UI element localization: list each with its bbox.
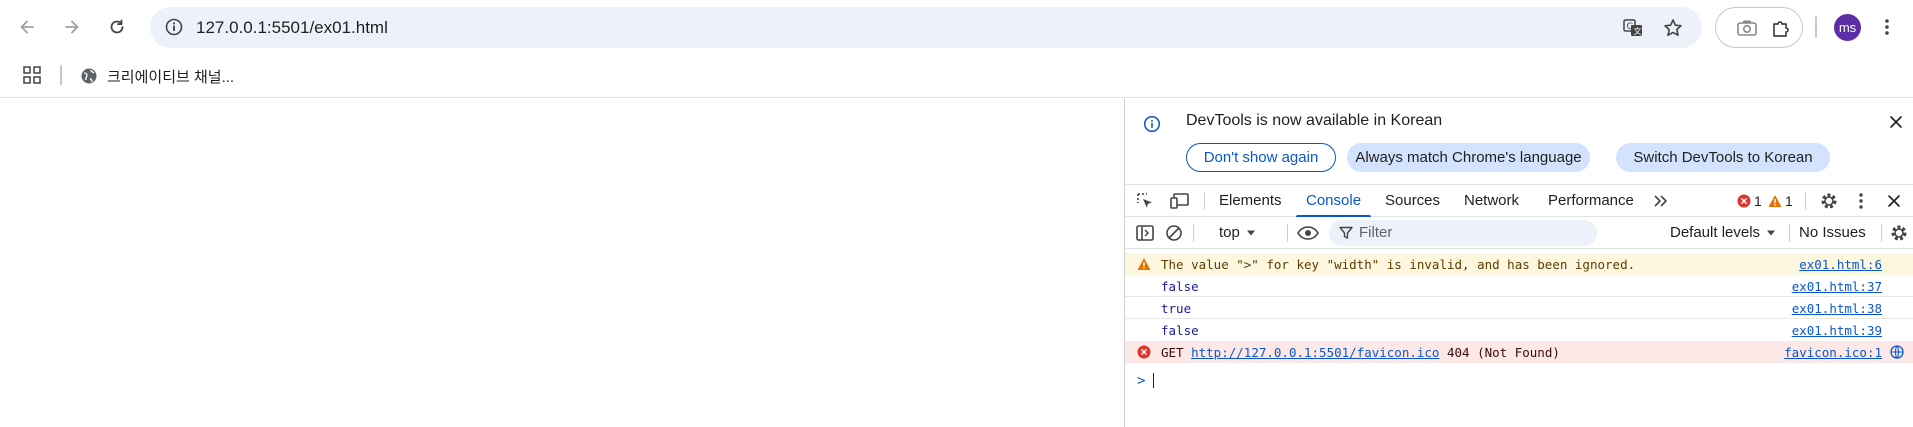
inspect-element-icon[interactable] (1134, 191, 1156, 211)
console-log-row: true ex01.html:38 (1125, 297, 1913, 319)
profile-avatar[interactable]: ms (1834, 14, 1861, 41)
dont-show-again-button[interactable]: Don't show again (1186, 143, 1336, 172)
tab-performance[interactable]: Performance (1548, 185, 1634, 217)
filter-funnel-icon (1339, 226, 1353, 239)
error-count-badge[interactable]: 1 (1737, 193, 1762, 209)
forward-button[interactable] (55, 10, 89, 44)
console-log-row: false ex01.html:37 (1125, 275, 1913, 297)
error-method: GET (1161, 345, 1184, 360)
error-url-link[interactable]: http://127.0.0.1:5501/favicon.ico (1191, 345, 1439, 360)
infobar-message: DevTools is now available in Korean (1186, 112, 1443, 129)
site-info-icon[interactable] (164, 17, 184, 37)
globe-icon (81, 68, 97, 84)
filterbar-divider (1193, 224, 1194, 242)
bookmark-star-icon[interactable] (1662, 17, 1684, 39)
screenshot-icon[interactable] (1736, 17, 1758, 39)
tab-elements[interactable]: Elements (1219, 185, 1282, 217)
console-settings-gear-icon[interactable] (1888, 223, 1910, 243)
url-text[interactable]: 127.0.0.1:5501/ex01.html (196, 18, 388, 38)
log-source-link[interactable]: ex01.html:39 (1792, 323, 1882, 338)
log-value: false (1161, 279, 1199, 294)
devtools-panel: DevTools is now available in Korean Don'… (1124, 99, 1913, 427)
issues-button[interactable]: No Issues (1799, 224, 1866, 241)
warning-count-badge[interactable]: 1 (1768, 193, 1793, 209)
reload-icon (110, 19, 124, 34)
console-toolbar: top Filter Default levels No Issues (1125, 217, 1913, 249)
close-icon[interactable] (1887, 113, 1905, 131)
warning-message: The value ">" for key "width" is invalid… (1161, 257, 1636, 272)
console-output: The value ">" for key "width" is invalid… (1125, 251, 1913, 427)
warning-source-link[interactable]: ex01.html:6 (1799, 257, 1882, 272)
chevron-down-icon (1246, 230, 1255, 235)
devtools-menu-icon[interactable] (1850, 191, 1872, 211)
filterbar-divider-2 (1287, 224, 1288, 242)
devtools-tabbar: Elements Console Sources Network Perform… (1125, 184, 1913, 218)
language-infobar: DevTools is now available in Korean Don'… (1125, 99, 1913, 178)
network-request-icon[interactable] (1890, 345, 1904, 359)
console-warning-row: The value ">" for key "width" is invalid… (1125, 253, 1913, 275)
log-value: true (1161, 301, 1192, 316)
device-toolbar-icon[interactable] (1169, 191, 1191, 211)
error-status: 404 (Not Found) (1447, 345, 1560, 360)
clear-console-icon[interactable] (1163, 223, 1185, 243)
sidebar-toggle-icon[interactable] (1134, 223, 1156, 243)
error-source-link[interactable]: favicon.ico:1 (1784, 345, 1882, 360)
bookmarks-bar: 크리에이티브 채널... (0, 54, 1913, 98)
address-bar[interactable]: 127.0.0.1:5501/ex01.html G文 (150, 7, 1702, 48)
translate-icon[interactable]: G文 (1622, 17, 1644, 39)
forward-icon (65, 20, 79, 34)
log-value: false (1161, 323, 1199, 338)
more-tabs-chevron-icon[interactable] (1650, 191, 1672, 211)
context-selector[interactable]: top (1219, 224, 1256, 241)
back-icon (20, 20, 34, 34)
bookmark-label: 크리에이티브 채널... (107, 68, 235, 86)
chevron-down-icon (1767, 230, 1776, 235)
apps-grid-icon[interactable] (22, 65, 42, 85)
filterbar-divider-3 (1789, 224, 1790, 242)
tab-console[interactable]: Console (1295, 185, 1372, 218)
back-button[interactable] (10, 10, 44, 44)
warning-icon (1768, 195, 1782, 207)
live-expression-eye-icon[interactable] (1295, 223, 1321, 243)
extensions-icon[interactable] (1770, 17, 1792, 39)
svg-text:文: 文 (1634, 26, 1642, 36)
log-levels-dropdown[interactable]: Default levels (1670, 224, 1776, 241)
bookmarks-divider (60, 65, 62, 85)
console-error-row: GET http://127.0.0.1:5501/favicon.ico 40… (1125, 341, 1913, 363)
always-match-language-button[interactable]: Always match Chrome's language (1347, 143, 1590, 172)
console-log-row: false ex01.html:39 (1125, 319, 1913, 341)
filterbar-divider-4 (1881, 224, 1882, 242)
tabbar-divider-2 (1805, 192, 1806, 210)
log-source-link[interactable]: ex01.html:37 (1792, 279, 1882, 294)
close-devtools-icon[interactable] (1883, 191, 1905, 211)
reload-button[interactable] (100, 10, 134, 44)
tab-network[interactable]: Network (1464, 185, 1519, 217)
settings-gear-icon[interactable] (1818, 191, 1840, 211)
tabbar-divider (1204, 192, 1205, 210)
toolbar-divider (1815, 16, 1817, 38)
switch-to-korean-button[interactable]: Switch DevTools to Korean (1616, 143, 1830, 172)
browser-toolbar: 127.0.0.1:5501/ex01.html G文 ms (0, 0, 1913, 54)
page-viewport (0, 99, 1124, 427)
info-icon (1143, 115, 1161, 133)
tab-sources[interactable]: Sources (1385, 185, 1440, 217)
error-icon (1737, 194, 1751, 208)
menu-icon (1885, 19, 1889, 35)
filter-input[interactable]: Filter (1329, 220, 1597, 246)
extensions-pill (1715, 7, 1803, 48)
log-source-link[interactable]: ex01.html:38 (1792, 301, 1882, 316)
console-prompt-chevron: > (1137, 373, 1146, 389)
console-input-caret[interactable] (1153, 373, 1154, 388)
bookmark-item[interactable]: 크리에이티브 채널... (80, 62, 234, 90)
chrome-menu-button[interactable] (1870, 10, 1904, 44)
warning-icon (1137, 258, 1151, 270)
error-icon (1137, 345, 1151, 359)
